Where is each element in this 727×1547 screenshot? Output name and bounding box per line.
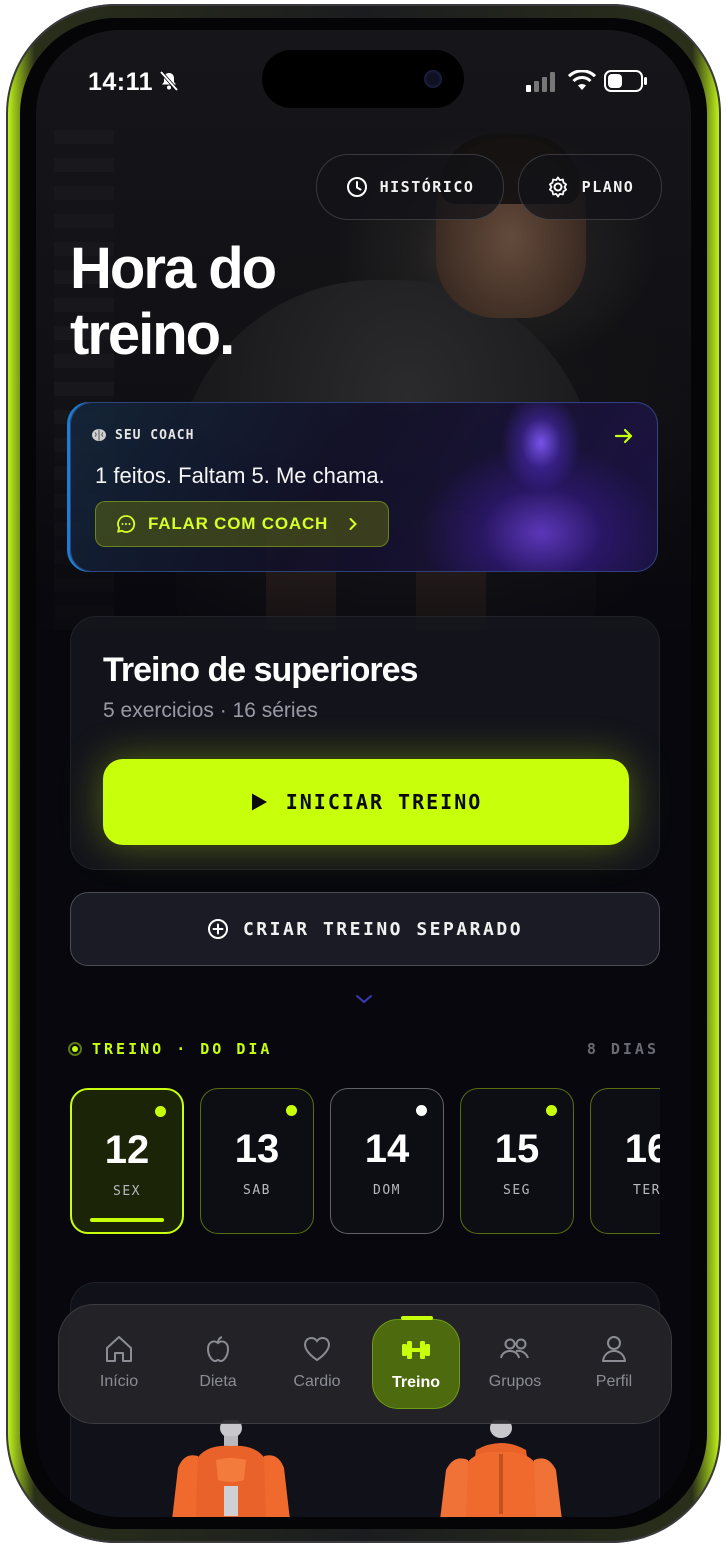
status-dot [286, 1105, 297, 1116]
nav-item-treino[interactable]: Treino [372, 1316, 460, 1409]
workout-title: Treino de superiores [103, 651, 418, 689]
selected-indicator [90, 1218, 164, 1222]
coach-message: 1 feitos. Faltam 5. Me chama. [95, 463, 385, 488]
nav-item-grupos[interactable]: Grupos [471, 1319, 559, 1409]
signal-icon [526, 72, 555, 92]
day-weekday: SEX [113, 1184, 141, 1199]
muscle-back-figure [440, 1420, 562, 1517]
bell-muted-icon [159, 70, 179, 92]
dynamic-island [262, 50, 464, 108]
workout-subtitle: 5 exercicios · 16 séries [103, 699, 318, 722]
nav-item-dieta[interactable]: Dieta [174, 1319, 262, 1409]
status-dot [416, 1105, 427, 1116]
day-number: 14 [364, 1127, 410, 1171]
nav-label: Treino [391, 1374, 440, 1391]
history-button[interactable]: HISTÓRICO [316, 154, 504, 220]
day-number: 13 [234, 1127, 280, 1171]
arrow-right-icon[interactable] [613, 425, 635, 447]
screen: 14:11 HISTÓRICO PLANO Hora do treino. SE… [36, 30, 691, 1517]
battery-icon [604, 70, 647, 92]
schedule-label: TREINO · DO DIA [68, 1040, 272, 1058]
status-dot [546, 1105, 557, 1116]
talk-to-coach-button[interactable]: FALAR COM COACH [95, 501, 389, 547]
chat-bubble-icon [117, 515, 136, 533]
status-dot [155, 1106, 166, 1117]
day-card-12[interactable]: 12 SEX [70, 1088, 184, 1234]
day-card-16[interactable]: 16 TER [590, 1088, 660, 1234]
nav-label: Perfil [595, 1373, 633, 1390]
day-weekday: SAB [243, 1183, 271, 1198]
coach-label: SEU COACH [91, 427, 194, 443]
start-workout-label: INICIAR TREINO [285, 790, 483, 814]
day-card-13[interactable]: 13 SAB [200, 1088, 314, 1234]
coach-label-text: SEU COACH [115, 427, 195, 443]
muscle-front-figure [172, 1420, 290, 1517]
schedule-label-text: TREINO · DO DIA [92, 1040, 273, 1058]
coach-card[interactable]: SEU COACH 1 feitos. Faltam 5. Me chama. … [70, 402, 658, 572]
day-card-15[interactable]: 15 SEG [460, 1088, 574, 1234]
gear-icon [548, 176, 567, 198]
day-number: 16 [624, 1127, 660, 1171]
day-strip[interactable]: 12 SEX 13 SAB 14 DOM 15 SEG 16 TER [70, 1088, 660, 1238]
nav-label: Início [99, 1373, 139, 1390]
clock-icon [346, 177, 367, 197]
page-title-line2: treino. [70, 302, 235, 367]
apple-icon [206, 1336, 230, 1363]
history-label: HISTÓRICO [379, 178, 475, 196]
day-number: 15 [494, 1127, 540, 1171]
day-weekday: SEG [503, 1183, 531, 1198]
home-icon [106, 1336, 132, 1362]
heart-icon [303, 1336, 331, 1362]
nav-item-perfil[interactable]: Perfil [570, 1319, 658, 1409]
workout-card: Treino de superiores 5 exercicios · 16 s… [70, 616, 660, 870]
day-card-14[interactable]: 14 DOM [330, 1088, 444, 1234]
nav-label: Grupos [488, 1373, 542, 1390]
page-title-line1: Hora do [70, 236, 277, 301]
create-separate-workout-button[interactable]: CRIAR TREINO SEPARADO [70, 892, 660, 966]
plan-button[interactable]: PLANO [518, 154, 662, 220]
dumbbell-icon [402, 1341, 430, 1359]
live-dot-icon [68, 1042, 82, 1056]
user-icon [602, 1336, 626, 1362]
brain-icon [92, 429, 106, 441]
nav-label: Cardio [293, 1373, 341, 1390]
play-icon [251, 793, 267, 811]
nav-item-cardio[interactable]: Cardio [273, 1319, 361, 1409]
days-count: 8 DIAS [586, 1040, 659, 1058]
plan-label: PLANO [581, 178, 635, 196]
chevron-down-icon[interactable] [354, 992, 374, 1006]
nav-label: Dieta [199, 1373, 237, 1390]
active-indicator [401, 1316, 433, 1320]
nav-item-inicio[interactable]: Início [75, 1319, 163, 1409]
start-workout-button[interactable]: INICIAR TREINO [103, 759, 629, 845]
camera-icon [424, 70, 442, 88]
bottom-nav: Início Dieta Cardio Treino Grupos Perfil [58, 1304, 672, 1424]
status-time: 14:11 [88, 68, 154, 96]
day-number: 12 [104, 1128, 150, 1172]
group-icon [500, 1338, 529, 1359]
talk-to-coach-label: FALAR COM COACH [148, 514, 329, 533]
wifi-icon [568, 70, 596, 90]
page-title: Hora do treino. [70, 236, 470, 368]
create-separate-workout-label: CRIAR TREINO SEPARADO [242, 918, 524, 940]
chevron-right-icon [349, 518, 358, 530]
day-weekday: DOM [373, 1183, 401, 1198]
plus-circle-icon [207, 919, 228, 939]
day-weekday: TER [633, 1183, 660, 1198]
